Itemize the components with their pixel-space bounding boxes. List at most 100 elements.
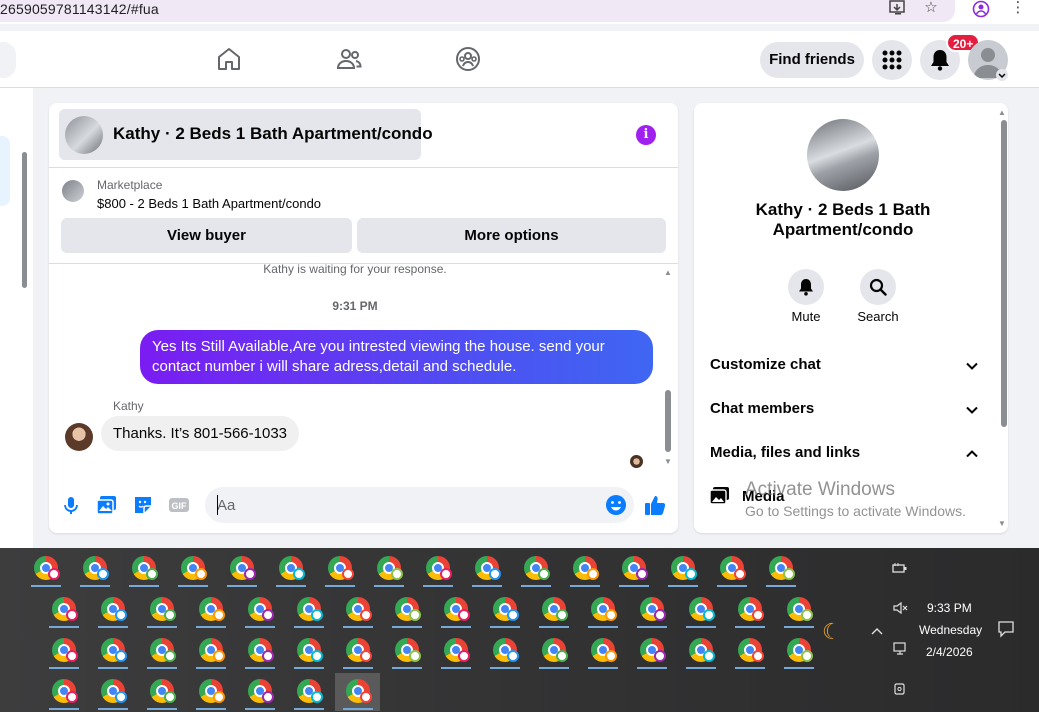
taskbar-chrome-profile-icon[interactable] [727,632,772,670]
taskbar-chrome-profile-icon[interactable] [286,632,331,670]
taskbar-chrome-profile-icon[interactable] [776,591,821,629]
profile-icon[interactable] [971,0,991,18]
install-app-icon[interactable] [888,0,908,18]
scroll-up-arrow-icon[interactable]: ▲ [998,108,1006,117]
taskbar-chrome-profile-icon[interactable] [219,550,264,588]
friends-icon[interactable] [335,45,363,73]
taskbar-chrome-profile-icon[interactable] [121,550,166,588]
search-button[interactable] [860,269,896,305]
incoming-message-bubble[interactable]: Thanks. It’s 801-566-1033 [101,416,300,451]
gif-icon[interactable]: GIF [168,494,190,516]
customize-chat-section[interactable]: Customize chat [710,356,980,380]
taskbar-chrome-profile-icon[interactable] [237,591,282,629]
taskbar-chrome-profile-icon[interactable] [90,632,135,670]
menu-button[interactable] [872,40,912,80]
meet-now-icon[interactable] [893,682,909,699]
browser-menu-icon[interactable]: ⋮ [1008,0,1028,18]
home-icon[interactable] [215,45,243,73]
taskbar-chrome-profile-icon[interactable] [531,591,576,629]
taskbar-chrome-profile-icon[interactable] [580,632,625,670]
taskbar-chrome-profile-icon[interactable] [139,673,184,711]
more-options-button[interactable]: More options [357,218,666,253]
taskbar-chrome-profile-icon[interactable] [286,673,331,711]
listing-title[interactable]: $800 - 2 Beds 1 Bath Apartment/condo [97,196,321,211]
chevron-down-icon[interactable] [996,69,1008,81]
url-text[interactable]: 2659059781143142/#fua [0,1,159,17]
taskbar-chrome-profile-icon[interactable] [188,632,233,670]
taskbar-chrome-profile-icon[interactable] [72,550,117,588]
taskbar-chrome-profile-icon[interactable] [482,591,527,629]
search-bar-stub[interactable] [0,42,16,78]
notification-center-icon[interactable] [997,620,1015,641]
taskbar-chrome-profile-icon[interactable] [482,632,527,670]
taskbar-chrome-profile-icon[interactable] [678,591,723,629]
taskbar-chrome-profile-icon[interactable] [758,550,803,588]
taskbar-chrome-profile-icon[interactable] [562,550,607,588]
info-icon[interactable]: i [636,125,656,145]
taskbar-chrome-profile-icon[interactable] [188,591,233,629]
taskbar-chrome-profile-icon[interactable] [629,632,674,670]
taskbar-chrome-profile-icon[interactable] [776,632,821,670]
scrollbar-thumb[interactable] [665,390,671,452]
taskbar-chrome-profile-icon[interactable] [317,550,362,588]
taskbar-chrome-profile-icon[interactable] [366,550,411,588]
night-light-moon-icon[interactable]: ☾ [822,619,842,645]
taskbar-chrome-profile-icon[interactable] [384,591,429,629]
battery-icon[interactable] [892,561,908,577]
scroll-down-arrow-icon[interactable]: ▼ [664,457,672,466]
conversation-avatar[interactable] [807,119,879,191]
taskbar-chrome-profile-icon[interactable] [629,591,674,629]
microphone-icon[interactable] [60,494,82,516]
taskbar-chrome-profile-icon[interactable] [433,591,478,629]
sticker-icon[interactable] [132,494,154,516]
taskbar-chrome-profile-icon[interactable] [237,673,282,711]
clock-time[interactable]: 9:33 PM [927,601,972,615]
photo-icon[interactable] [96,494,118,516]
scroll-up-arrow-icon[interactable]: ▲ [664,268,672,277]
network-icon[interactable] [893,642,909,659]
taskbar-chrome-profile-icon[interactable] [41,673,86,711]
chat-header[interactable]: Kathy · 2 Beds 1 Bath Apartment/condo [59,109,433,160]
taskbar-chrome-profile-icon[interactable] [188,673,233,711]
media-files-links-section[interactable]: Media, files and links [710,444,980,468]
taskbar-chrome-profile-icon[interactable] [513,550,558,588]
find-friends-button[interactable]: Find friends [760,42,864,78]
scroll-down-arrow-icon[interactable]: ▼ [998,519,1006,528]
sidebar-scrollbar[interactable] [22,152,27,288]
show-hidden-icons-chevron-icon[interactable] [870,623,884,639]
clock-day[interactable]: Wednesday [919,623,982,637]
taskbar-chrome-profile-icon[interactable] [611,550,656,588]
taskbar-chrome-profile-icon[interactable] [709,550,754,588]
taskbar-chrome-profile-icon[interactable] [384,632,429,670]
taskbar-chrome-profile-icon[interactable] [170,550,215,588]
taskbar-chrome-profile-icon[interactable] [335,673,380,711]
groups-icon[interactable] [454,45,482,73]
taskbar-chrome-profile-icon[interactable] [23,550,68,588]
chat-members-section[interactable]: Chat members [710,400,980,424]
taskbar-chrome-profile-icon[interactable] [90,591,135,629]
outgoing-message-bubble[interactable]: Yes Its Still Available,Are you intreste… [140,330,653,384]
taskbar-chrome-profile-icon[interactable] [41,632,86,670]
volume-muted-icon[interactable] [893,601,909,617]
thumbs-up-icon[interactable] [644,494,666,516]
taskbar-chrome-profile-icon[interactable] [41,591,86,629]
bookmark-star-icon[interactable]: ☆ [921,0,941,18]
taskbar-chrome-profile-icon[interactable] [678,632,723,670]
taskbar-chrome-profile-icon[interactable] [580,591,625,629]
sender-avatar[interactable] [65,423,93,451]
taskbar-chrome-profile-icon[interactable] [727,591,772,629]
taskbar-chrome-profile-icon[interactable] [531,632,576,670]
taskbar-chrome-profile-icon[interactable] [335,591,380,629]
taskbar-chrome-profile-icon[interactable] [90,673,135,711]
info-panel-scrollbar[interactable] [1001,120,1007,427]
taskbar-chrome-profile-icon[interactable] [433,632,478,670]
taskbar-chrome-profile-icon[interactable] [415,550,460,588]
address-bar[interactable]: 2659059781143142/#fua [0,0,955,22]
message-input[interactable] [205,487,634,523]
taskbar-chrome-profile-icon[interactable] [660,550,705,588]
emoji-icon[interactable] [605,494,627,516]
taskbar-chrome-profile-icon[interactable] [139,591,184,629]
taskbar-chrome-profile-icon[interactable] [268,550,313,588]
clock-date[interactable]: 2/4/2026 [926,645,973,659]
taskbar-chrome-profile-icon[interactable] [139,632,184,670]
